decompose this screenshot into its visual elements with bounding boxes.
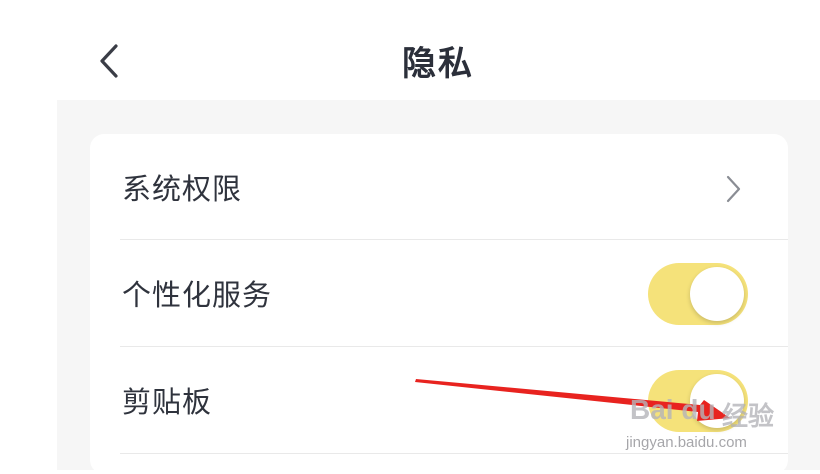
row-label-system-permissions: 系统权限 <box>122 172 243 206</box>
toggle-knob <box>690 374 744 428</box>
header-bar: 隐私 <box>0 0 820 100</box>
row-clipboard: 剪贴板 <box>90 347 788 453</box>
row-label-personalized-service: 个性化服务 <box>122 278 273 312</box>
toggle-knob <box>690 267 744 321</box>
row-divider <box>120 453 788 454</box>
chevron-right-icon <box>726 175 741 203</box>
settings-card: 系统权限 个性化服务 剪贴板 <box>90 134 788 474</box>
row-system-permissions[interactable]: 系统权限 <box>90 134 788 240</box>
page-title: 隐私 <box>402 44 474 84</box>
personalized-service-toggle[interactable] <box>648 263 748 325</box>
clipboard-toggle[interactable] <box>648 370 748 432</box>
row-personalized-service: 个性化服务 <box>90 240 788 346</box>
row-label-clipboard: 剪贴板 <box>122 385 213 419</box>
